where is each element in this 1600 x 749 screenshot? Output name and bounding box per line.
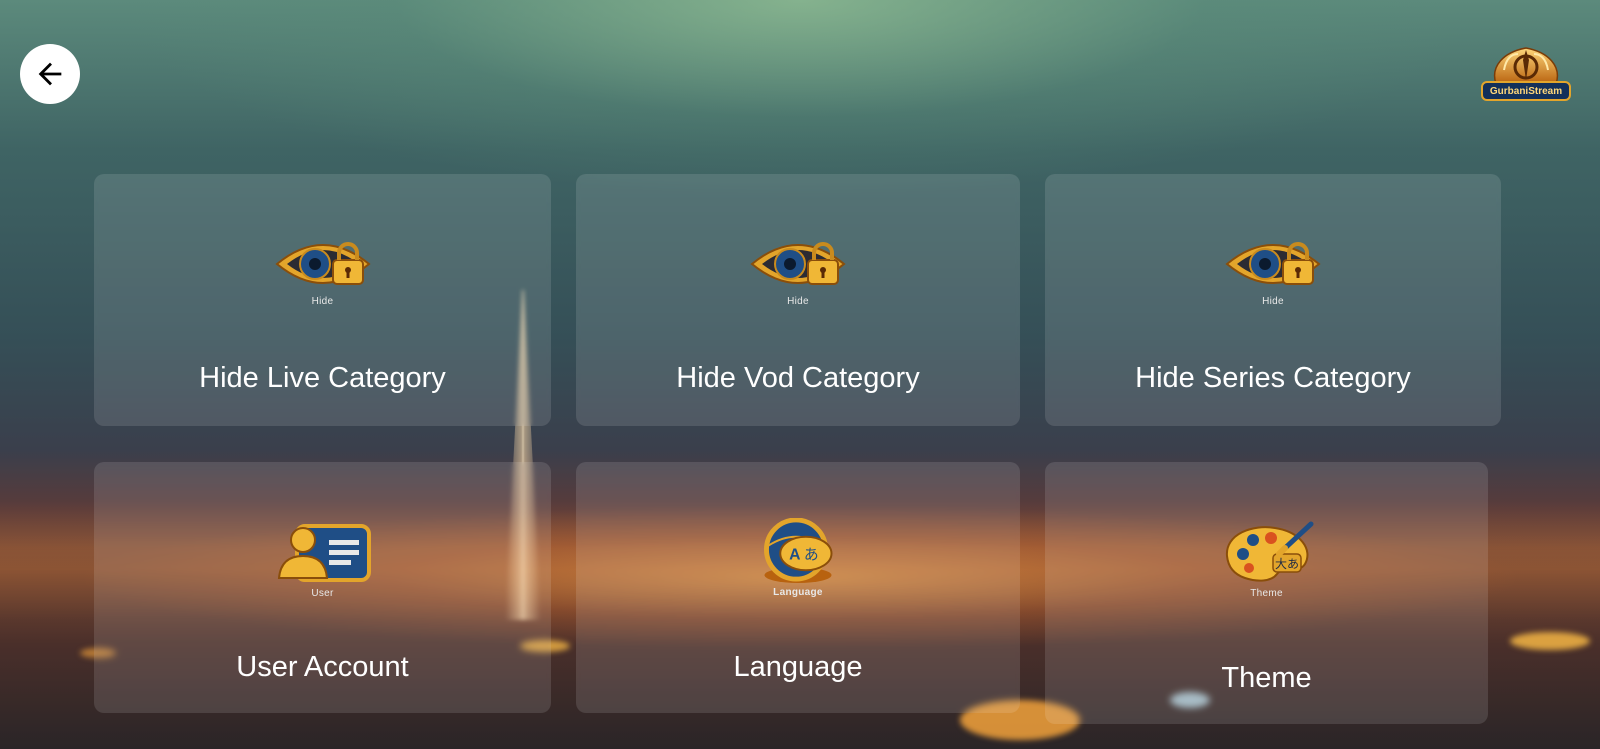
- eye-lock-icon: Hide: [743, 234, 853, 314]
- icon-caption: Hide: [1262, 296, 1284, 307]
- eye-lock-icon: Hide: [268, 234, 378, 314]
- user-card-icon: User: [268, 520, 378, 600]
- icon-caption: Theme: [1250, 588, 1283, 599]
- card-label: User Account: [236, 651, 409, 683]
- app-logo: GurbaniStream: [1480, 40, 1572, 106]
- language-globe-icon: A あ Language: [743, 518, 853, 598]
- logo-text: GurbaniStream: [1489, 86, 1563, 97]
- svg-text:大あ: 大あ: [1275, 557, 1299, 571]
- icon-caption: Hide: [787, 296, 809, 307]
- card-label: Hide Live Category: [199, 362, 446, 394]
- icon-caption: Hide: [311, 296, 334, 307]
- card-label: Language: [733, 651, 863, 683]
- icon-caption: User: [311, 588, 334, 599]
- hide-live-category-card[interactable]: Hide Hide Live Category: [94, 174, 551, 426]
- arrow-left-icon: [38, 62, 62, 86]
- icon-caption: Language: [773, 587, 823, 598]
- hide-vod-category-card[interactable]: Hide Hide Vod Category: [576, 174, 1020, 426]
- hide-series-category-card[interactable]: Hide Hide Series Category: [1045, 174, 1501, 426]
- background-bokeh: [1510, 632, 1590, 650]
- back-button[interactable]: [20, 44, 80, 104]
- language-card[interactable]: A あ Language Language: [576, 462, 1020, 713]
- palette-icon: 大あ Theme: [1212, 520, 1322, 600]
- card-label: Theme: [1221, 662, 1312, 694]
- user-account-card[interactable]: User User Account: [94, 462, 551, 713]
- theme-card[interactable]: 大あ Theme Theme: [1045, 462, 1488, 724]
- card-label: Hide Vod Category: [676, 362, 920, 394]
- eye-lock-icon: Hide: [1218, 234, 1328, 314]
- card-label: Hide Series Category: [1135, 362, 1411, 394]
- svg-text:あ: あ: [804, 546, 819, 563]
- svg-text:A: A: [789, 546, 800, 563]
